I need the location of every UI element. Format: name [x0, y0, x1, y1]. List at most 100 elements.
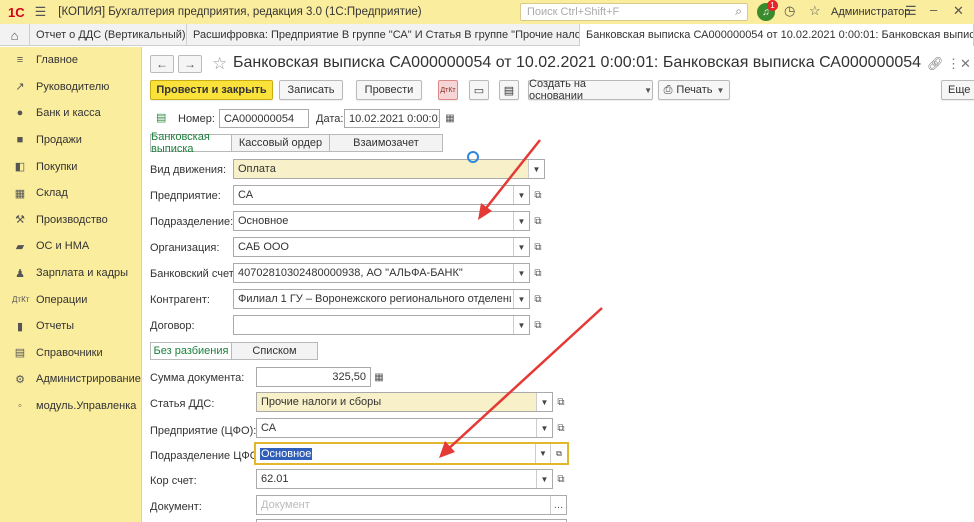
search-icon[interactable]: ⌕: [735, 4, 742, 19]
counterparty-field[interactable]: Филиал 1 ГУ – Воронежского регионального…: [233, 289, 530, 309]
user-name[interactable]: Администратор: [831, 6, 910, 18]
sidebar-item-reports[interactable]: ▮ Отчеты: [0, 313, 141, 340]
chevron-down-icon[interactable]: ▼: [536, 419, 552, 437]
tab-breakdown[interactable]: Расшифровка: Предприятие В группе "СА" И…: [187, 24, 580, 46]
home-tab-icon[interactable]: ⌂: [0, 24, 30, 46]
tab-list[interactable]: Списком: [231, 342, 318, 360]
open-icon[interactable]: ⧉: [531, 292, 545, 306]
favorites-star-icon[interactable]: ☆: [809, 3, 821, 19]
cfo-enterprise-field[interactable]: СА ▼: [256, 418, 553, 438]
sidebar-item-purchases[interactable]: ◧ Покупки: [0, 153, 141, 180]
chevron-down-icon[interactable]: ▼: [513, 186, 529, 204]
history-icon[interactable]: ◷: [784, 3, 795, 19]
organization-field[interactable]: САБ ООО ▼: [233, 237, 530, 257]
contract-field[interactable]: ▼: [233, 315, 530, 335]
sidebar-item-catalogs[interactable]: ▤ Справочники: [0, 340, 141, 367]
close-window-icon[interactable]: ✕: [953, 3, 964, 19]
open-icon[interactable]: ⧉: [554, 395, 568, 409]
sidebar-item-administration[interactable]: ⚙ Администрирование: [0, 366, 141, 393]
sidebar-item-warehouse[interactable]: ▦ Склад: [0, 180, 141, 207]
sidebar-item-management[interactable]: ↗ Руководителю: [0, 74, 141, 101]
main-menu-icon[interactable]: ☰: [35, 4, 47, 20]
chevron-down-icon[interactable]: ▼: [513, 212, 529, 230]
chevron-down-icon[interactable]: ▼: [513, 238, 529, 256]
sidebar-item-sales[interactable]: ■ Продажи: [0, 127, 141, 154]
sidebar-item-production[interactable]: ⚒ Производство: [0, 207, 141, 234]
tab-dds-report[interactable]: Отчет о ДДС (Вертикальный) ✕: [30, 24, 187, 46]
open-icon[interactable]: ⧉: [554, 421, 568, 435]
sidebar-item-main[interactable]: ≡ Главное: [0, 47, 141, 74]
open-windows-tabs: ⌂ Отчет о ДДС (Вертикальный) ✕ Расшифров…: [0, 24, 974, 46]
more-options-icon[interactable]: ⋮: [947, 56, 960, 72]
create-based-on-button[interactable]: Создать на основании ▼: [528, 78, 653, 102]
grid-icon: ▦: [14, 187, 26, 200]
division-field[interactable]: Основное ▼: [233, 211, 530, 231]
chevron-down-icon[interactable]: ▼: [513, 316, 529, 334]
sidebar-item-label: Зарплата и кадры: [36, 267, 129, 280]
sidebar-item-fixed-assets[interactable]: ▰ ОС и НМА: [0, 233, 141, 260]
sidebar-item-operations[interactable]: ДтКт Операции: [0, 286, 141, 313]
dt-kt-button[interactable]: ДтКт: [438, 80, 458, 100]
calculator-icon[interactable]: ▦: [372, 370, 386, 384]
save-button[interactable]: Записать: [279, 80, 343, 100]
post-and-close-button[interactable]: Провести и закрыть: [150, 80, 273, 100]
chevron-down-icon[interactable]: ▼: [535, 444, 551, 463]
printer-icon: ⎙: [663, 83, 673, 96]
enterprise-field[interactable]: СА ▼: [233, 185, 530, 205]
open-icon[interactable]: ⧉: [531, 214, 545, 228]
chevron-down-icon[interactable]: ▼: [536, 470, 552, 488]
global-search-input[interactable]: Поиск Ctrl+Shift+F ⌕: [520, 3, 748, 21]
field-value: СА: [238, 189, 254, 201]
more-button[interactable]: Еще: [941, 80, 974, 100]
cfo-division-field[interactable]: Основное ▼ ⧉: [254, 442, 569, 465]
movement-type-field[interactable]: Оплата ▼: [233, 159, 545, 179]
field-value: 40702810302480000938, АО "АЛЬФА-БАНК": [238, 267, 463, 279]
calendar-icon[interactable]: ▦: [443, 111, 457, 125]
amount-field[interactable]: 325,50: [256, 367, 371, 387]
cash-flow-item-field[interactable]: Прочие налоги и сборы ▼: [256, 392, 553, 412]
account-field[interactable]: 62.01 ▼: [256, 469, 553, 489]
close-form-icon[interactable]: ✕: [960, 56, 971, 72]
back-button[interactable]: ←: [150, 55, 174, 73]
post-button[interactable]: Провести: [356, 80, 422, 100]
field-value: Оплата: [238, 163, 276, 175]
posted-status-icon: ▤: [156, 112, 167, 124]
tab-bank-statement-type[interactable]: Банковская выписка: [150, 131, 232, 155]
open-icon[interactable]: ⧉: [554, 472, 568, 486]
card-button[interactable]: ▭: [469, 80, 489, 100]
chevron-down-icon: ▼: [716, 85, 725, 95]
open-icon[interactable]: ⧉: [531, 188, 545, 202]
tab-cash-order[interactable]: Кассовый ордер: [231, 134, 330, 152]
sidebar-item-bank-cash[interactable]: ● Банк и касса: [0, 100, 141, 127]
open-icon[interactable]: ⧉: [531, 318, 545, 332]
settings-menu-icon[interactable]: ☰: [905, 3, 917, 19]
tab-bank-statement[interactable]: Банковская выписка СА000000054 от 10.02.…: [580, 24, 974, 46]
print-button[interactable]: ⎙ Печать ▼: [658, 80, 730, 100]
tab-netting[interactable]: Взаимозачет: [329, 134, 443, 152]
chevron-down-icon[interactable]: ▼: [536, 393, 552, 411]
open-icon[interactable]: ⧉: [531, 240, 545, 254]
sidebar-item-module[interactable]: ◦ модуль.Управленка: [0, 393, 141, 420]
sidebar-item-payroll[interactable]: ♟ Зарплата и кадры: [0, 260, 141, 287]
chevron-down-icon[interactable]: ▼: [528, 160, 544, 178]
chevron-down-icon[interactable]: ▼: [513, 290, 529, 308]
report-button[interactable]: ▤: [499, 80, 519, 100]
minimize-icon[interactable]: –: [930, 2, 937, 17]
document-field[interactable]: Документ…: [256, 495, 567, 515]
open-icon[interactable]: ⧉: [531, 266, 545, 280]
notification-bell-icon[interactable]: ♫ 1: [757, 0, 778, 21]
sidebar-item-label: Продажи: [36, 134, 82, 147]
number-field[interactable]: СА000000054: [219, 109, 309, 128]
tab-no-split[interactable]: Без разбиения: [150, 342, 232, 360]
menu-icon: ≡: [16, 54, 24, 67]
date-field[interactable]: 10.02.2021 0:00:01: [344, 109, 440, 128]
favorite-star-icon[interactable]: ☆: [212, 54, 227, 74]
sidebar-item-label: Справочники: [36, 346, 103, 359]
chevron-down-icon[interactable]: ▼: [513, 264, 529, 282]
open-icon[interactable]: ⧉: [551, 444, 567, 463]
forward-button[interactable]: →: [178, 55, 202, 73]
bank-account-field[interactable]: 40702810302480000938, АО "АЛЬФА-БАНК" ▼: [233, 263, 530, 283]
ellipsis-icon[interactable]: …: [550, 496, 566, 514]
link-icon[interactable]: 🔗︎: [927, 56, 944, 72]
dt-kt-icon: ДтКт: [12, 295, 30, 305]
